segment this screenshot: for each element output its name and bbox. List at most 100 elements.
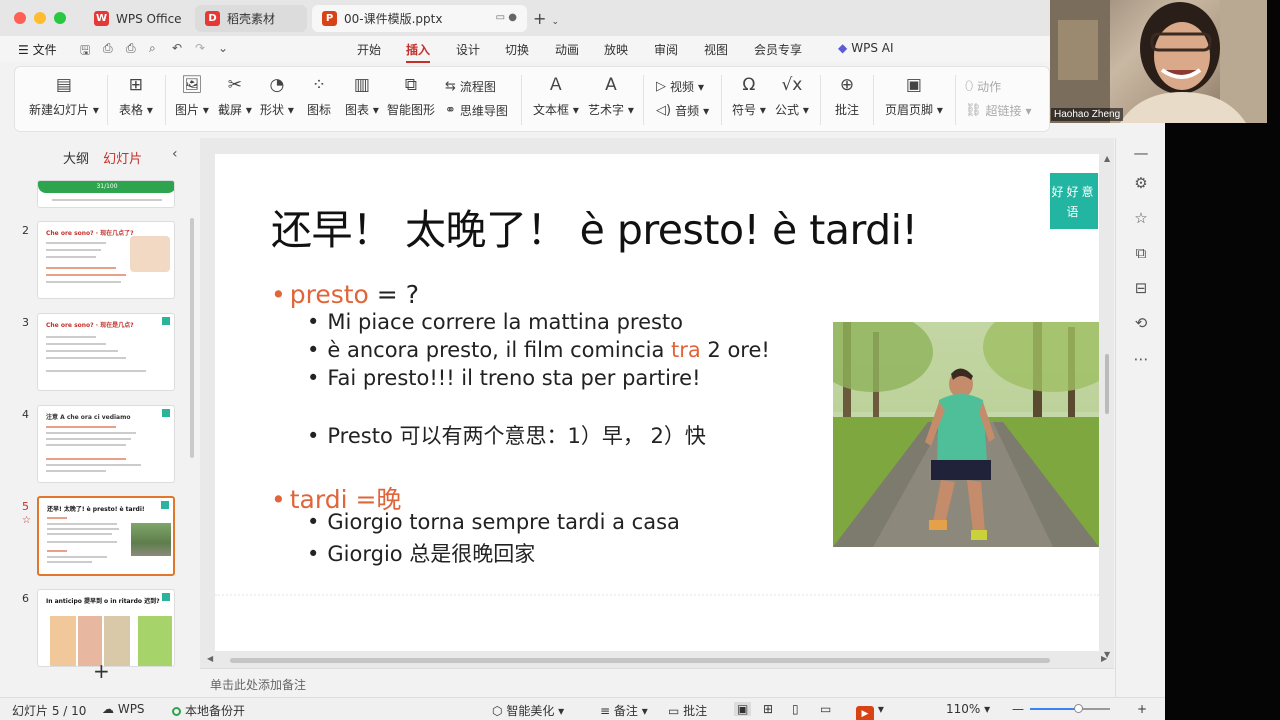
action-button[interactable]: ⬯ 动作 [965,78,1001,95]
omega-symbol-icon: Ω [742,75,756,95]
menu-member[interactable]: 会员专享 [754,41,802,58]
wps-status-button[interactable]: ☁ WPS [102,702,145,716]
slide-thumbnail-1[interactable]: 31/100 [37,180,175,208]
menu-transitions[interactable]: 切换 [505,41,529,58]
current-slide[interactable]: 还早！ 太晚了！ è presto! è tardi! 好好意语 • presto… [215,154,1099,651]
slide-title[interactable]: 还早！ 太晚了！ è presto! è tardi! [271,196,918,256]
meaning-line[interactable]: • Presto 可以有两个意思：1）早， 2）快 [307,420,706,450]
audio-button[interactable]: ◁) 音频 ▾ [656,102,709,119]
table-button[interactable]: ⊞ 表格 ▾ [119,75,153,118]
wordart-button[interactable]: A 艺术字 ▾ [588,75,634,118]
smart-graphic-button[interactable]: ⧉ 智能图形 [387,75,435,118]
menu-view[interactable]: 视图 [704,41,728,58]
comment-button[interactable]: ⊕ 批注 [835,75,859,118]
slide-thumbnail-4[interactable]: 注意 A che ora ci vediamo [37,405,175,483]
textbox-button[interactable]: Ａ 文本框 ▾ [533,75,579,118]
wps-ai-button[interactable]: ◆ WPS AI [838,41,894,55]
notes-toggle-button[interactable]: ≡ 备注 ▾ [600,702,648,719]
menu-design[interactable]: 设计 [456,41,480,58]
screenshot-button[interactable]: ✂ 截屏 ▾ [218,75,252,118]
slide-thumbnail-5-selected[interactable]: 还早! 太晚了! è presto! è tardi! [37,496,175,576]
layout-icon[interactable]: ⊟ [1131,279,1151,297]
menu-bar: ☰ 文件 🖫 ⎙ ⎙ ⌕ ↶ ↷ ⌄ 开始 插入 设计 切换 动画 放映 审阅 … [0,36,1165,63]
menu-home[interactable]: 开始 [357,41,381,58]
collapse-panel-icon[interactable]: ‹ [172,146,178,162]
slide-thumbnail-2[interactable]: Che ore sono? · 现在几点了? [37,221,175,299]
slide-thumbnail-6[interactable]: In anticipo 提早到 o in ritardo 迟到? [37,589,175,667]
redo-icon[interactable]: ↷ [195,41,205,55]
presenter-view-icon[interactable]: ▭ [820,702,831,716]
export-pdf-icon[interactable]: ⎙ [103,41,113,56]
video-icon: ▷ [656,79,666,94]
local-backup-status[interactable]: 本地备份开 [172,702,245,719]
more-icon[interactable]: ⋯ [1131,350,1151,368]
formula-button[interactable]: √x 公式 ▾ [775,75,809,118]
chart-button[interactable]: ▥ 图表 ▾ [345,75,379,118]
comments-toggle-button[interactable]: ▭ 批注 [668,702,707,719]
webcam-overlay: Haohao Zheng [1050,0,1267,123]
quick-access-dropdown-icon[interactable]: ⌄ [218,41,228,55]
zoom-level[interactable]: 110% ▾ [946,702,990,716]
play-icon: ▶ [856,706,874,720]
example-line[interactable]: • Giorgio 总是很晚回家 [307,538,535,568]
reading-view-icon[interactable]: ▯ [792,702,799,716]
tab-daoke-materials[interactable]: D 稻壳素材 [195,5,307,32]
hyperlink-button[interactable]: ⛓ 超链接 ▾ [965,102,1032,119]
example-line[interactable]: • Fai presto!!! il treno sta per partire! [307,366,701,390]
example-line[interactable]: • Mi piace correre la mattina presto [307,310,683,334]
menu-review[interactable]: 审阅 [654,41,678,58]
zoom-out-button[interactable]: — [1012,702,1024,716]
star-effects-icon[interactable]: ☆ [1131,209,1151,227]
add-slide-button[interactable]: + [93,659,110,683]
print-icon[interactable]: ⎙ [126,41,136,56]
symbol-button[interactable]: Ω 符号 ▾ [732,75,766,118]
flowchart-button[interactable]: ⇆ 流程图 [445,78,496,95]
example-line[interactable]: • Giorgio torna sempre tardi a casa [307,510,680,534]
maximize-window-button[interactable] [54,12,66,24]
canvas-horizontal-scrollbar[interactable]: ◀ ▶ [205,654,1110,664]
insert-ribbon: ▤ 新建幻灯片 ▾ ⊞ 表格 ▾ 🖼 图片 ▾ ✂ 截屏 ▾ ◔ 形状 ▾ ⁘ 图标 ▥ 图表… [14,66,1050,132]
mindmap-button[interactable]: ⚭ 思维导图 [445,102,508,119]
print-preview-icon[interactable]: ⌕ [149,41,156,56]
bullet-presto[interactable]: • presto = ? [271,280,419,309]
tab-document[interactable]: P 00-课件模版.pptx ▭ ● [312,5,527,32]
shape-button[interactable]: ◔ 形状 ▾ [260,75,294,118]
webcam-video [1050,0,1267,123]
new-tab-button[interactable]: + ⌄ [533,9,559,28]
properties-icon[interactable]: ⚙ [1131,174,1151,192]
beautify-icon: ⬡ [492,704,503,718]
tab-wps-office[interactable]: W WPS Office [84,5,189,32]
example-line[interactable]: • è ancora presto, il film comincia tra 2… [307,338,770,362]
canvas-vertical-scrollbar[interactable]: ▲ ▼ [1103,154,1111,659]
save-icon[interactable]: 🖫 [80,41,90,62]
runner-photo[interactable] [833,322,1099,547]
slide-sorter-icon[interactable]: ⊞ [763,702,773,716]
menu-slideshow[interactable]: 放映 [604,41,628,58]
collapse-sidebar-icon[interactable]: — [1131,144,1151,162]
video-button[interactable]: ▷ 视频 ▾ [656,78,704,95]
thumbnail-scrollbar[interactable] [190,218,194,458]
menu-animations[interactable]: 动画 [555,41,579,58]
menu-insert[interactable]: 插入 [406,41,431,63]
undo-icon[interactable]: ↶ [172,41,182,55]
tab-slides[interactable]: 幻灯片 [103,152,142,167]
icon-button[interactable]: ⁘ 图标 [307,75,331,118]
zoom-slider[interactable] [1030,704,1110,713]
smart-beautify-button[interactable]: ⬡ 智能美化 ▾ [492,702,564,719]
notes-area[interactable]: 单击此处添加备注 [200,668,1114,696]
zoom-in-button[interactable]: + [1137,702,1147,716]
file-menu[interactable]: ☰ 文件 [18,41,57,58]
close-window-button[interactable] [14,12,26,24]
tab-window-icon[interactable]: ▭ ● [496,12,517,23]
normal-view-icon[interactable]: ▣ [734,702,752,716]
image-button[interactable]: 🖼 图片 ▾ [175,75,209,118]
header-footer-button[interactable]: ▣ 页眉页脚 ▾ [885,75,943,118]
history-icon[interactable]: ⟲ [1131,314,1151,332]
minimize-window-button[interactable] [34,12,46,24]
play-slideshow-button[interactable]: ▶ ▾ [856,702,884,720]
copy-format-icon[interactable]: ⧉ [1131,244,1151,262]
formula-icon: √x [781,75,803,95]
slide-thumbnail-3[interactable]: Che ore sono? · 现在是几点? [37,313,175,391]
tab-outline[interactable]: 大纲 [63,152,89,167]
new-slide-button[interactable]: ▤ 新建幻灯片 ▾ [29,75,99,118]
